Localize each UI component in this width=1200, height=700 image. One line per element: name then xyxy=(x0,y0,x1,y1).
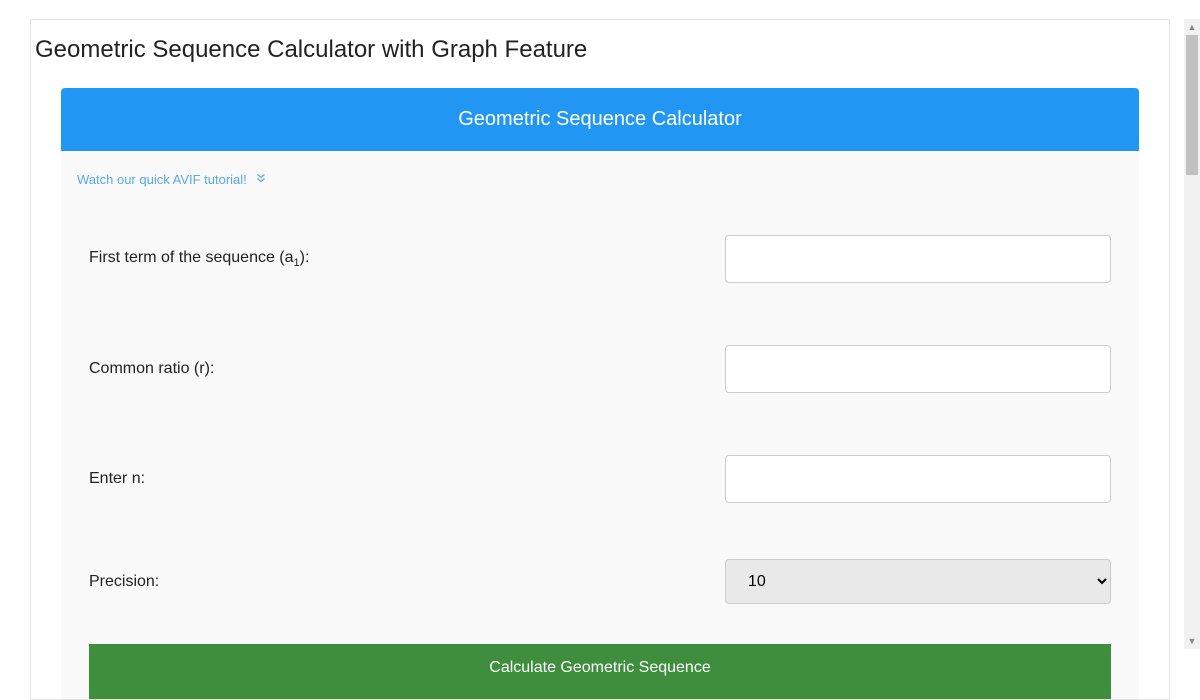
page-title: Geometric Sequence Calculator with Graph… xyxy=(31,20,1169,88)
form-body: First term of the sequence (a1): Common … xyxy=(61,199,1139,699)
page-container: Geometric Sequence Calculator with Graph… xyxy=(30,19,1170,700)
label-common-ratio: Common ratio (r): xyxy=(89,360,725,378)
calculator-card: Geometric Sequence Calculator Watch our … xyxy=(61,88,1139,699)
row-precision: Precision: 10 xyxy=(89,534,1111,629)
tutorial-link[interactable]: Watch our quick AVIF tutorial! xyxy=(77,172,267,187)
chevron-double-down-icon xyxy=(255,172,267,187)
row-common-ratio: Common ratio (r): xyxy=(89,314,1111,424)
row-first-term: First term of the sequence (a1): xyxy=(89,204,1111,314)
label-first-term-suffix: ): xyxy=(300,249,310,266)
label-first-term-prefix: First term of the sequence (a xyxy=(89,249,294,266)
precision-select[interactable]: 10 xyxy=(725,559,1111,604)
scroll-up-icon[interactable]: ▲ xyxy=(1184,19,1200,35)
scrollbar[interactable]: ▲ ▼ xyxy=(1184,19,1200,649)
label-enter-n: Enter n: xyxy=(89,470,725,488)
card-header: Geometric Sequence Calculator xyxy=(61,88,1139,151)
tutorial-text: Watch our quick AVIF tutorial! xyxy=(77,172,247,187)
label-precision: Precision: xyxy=(89,573,725,591)
common-ratio-input[interactable] xyxy=(725,345,1111,393)
row-enter-n: Enter n: xyxy=(89,424,1111,534)
tutorial-row: Watch our quick AVIF tutorial! xyxy=(61,151,1139,199)
label-first-term: First term of the sequence (a1): xyxy=(89,249,725,269)
scroll-down-icon[interactable]: ▼ xyxy=(1184,633,1200,649)
calculate-button[interactable]: Calculate Geometric Sequence xyxy=(89,644,1111,699)
first-term-input[interactable] xyxy=(725,235,1111,283)
enter-n-input[interactable] xyxy=(725,455,1111,503)
scroll-thumb[interactable] xyxy=(1186,35,1198,175)
